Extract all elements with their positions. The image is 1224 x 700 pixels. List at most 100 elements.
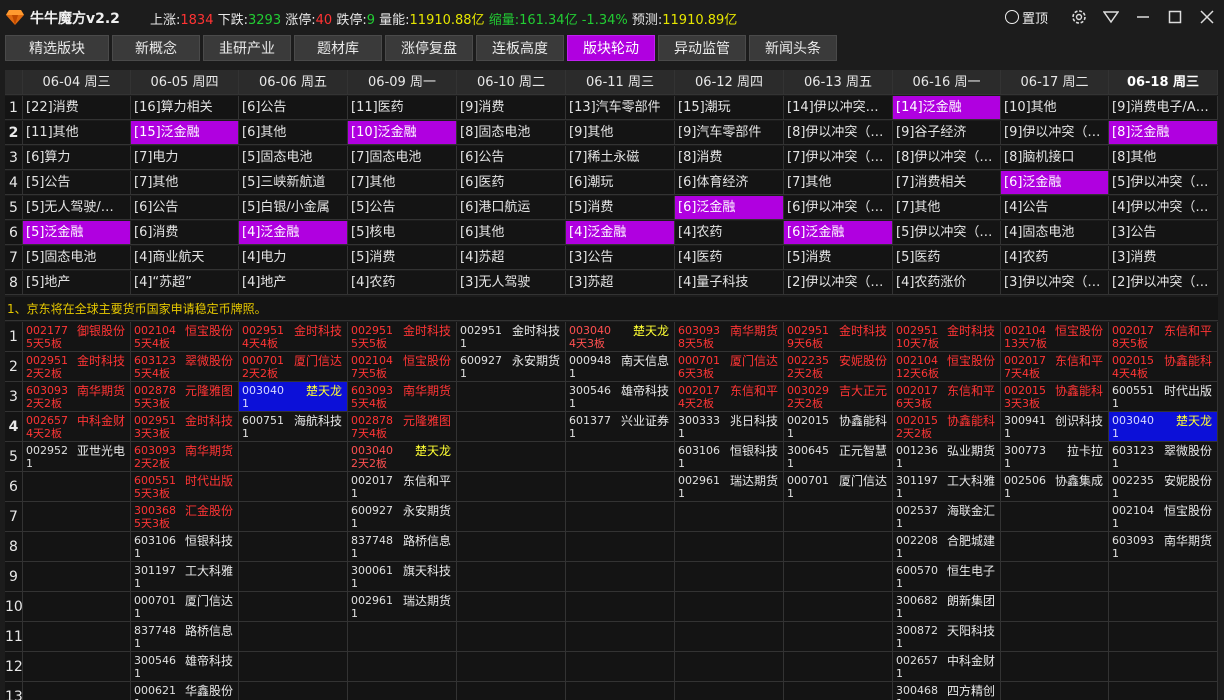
stock-cell[interactable]: 001236 弘业期货 1 (893, 442, 1001, 472)
sector-cell[interactable]: [3]消费 (1109, 246, 1218, 270)
stock-cell[interactable]: 603093 南华期货 8天5板 (675, 322, 784, 352)
sector-cell[interactable]: [13]汽车零部件 (566, 96, 675, 120)
stock-cell[interactable]: 603106 恒银科技 1 (131, 532, 239, 562)
stock-cell[interactable]: 000948 南天信息 1 (566, 352, 675, 382)
sector-cell[interactable]: [7]伊以冲突（… (784, 146, 893, 170)
stock-cell[interactable]: 600551 时代出版 5天3板 (131, 472, 239, 502)
date-header[interactable]: 06-04 周三 (23, 70, 131, 95)
stock-cell[interactable]: 002951 金时科技 5天5板 (348, 322, 457, 352)
sector-cell[interactable]: [8]消费 (675, 146, 784, 170)
tab-7[interactable]: 异动监管 (658, 35, 746, 61)
stock-cell[interactable]: 600927 永安期货 1 (457, 352, 566, 382)
stock-cell[interactable]: 603093 南华期货 2天2板 (23, 382, 131, 412)
settings-button[interactable] (1064, 0, 1094, 34)
sector-cell[interactable]: [4]农药涨价 (893, 271, 1001, 295)
date-header[interactable]: 06-11 周三 (566, 70, 675, 95)
stock-cell[interactable]: 600751 海航科技 1 (239, 412, 348, 442)
sector-cell[interactable]: [6]伊以冲突（… (784, 196, 893, 220)
sector-cell[interactable]: [4]医药 (675, 246, 784, 270)
stock-cell[interactable]: 002961 瑞达期货 1 (675, 472, 784, 502)
sector-cell[interactable]: [6]泛金融 (675, 196, 784, 220)
sector-cell[interactable]: [4]商业航天 (131, 246, 239, 270)
sector-cell[interactable]: [4]泛金融 (566, 221, 675, 245)
date-header[interactable]: 06-13 周五 (784, 70, 893, 95)
sector-cell[interactable]: [4]地产 (239, 271, 348, 295)
tab-8[interactable]: 新闻头条 (749, 35, 837, 61)
stock-cell[interactable]: 300333 兆日科技 1 (675, 412, 784, 442)
sector-cell[interactable]: [3]伊以冲突（… (1001, 271, 1109, 295)
stock-cell[interactable]: 300682 朗新集团 1 (893, 592, 1001, 622)
stock-cell[interactable]: 000701 厦门信达 2天2板 (239, 352, 348, 382)
tab-4[interactable]: 涨停复盘 (385, 35, 473, 61)
stock-cell[interactable]: 002015 协鑫能科 2天2板 (893, 412, 1001, 442)
sector-cell[interactable]: [6]泛金融 (784, 221, 893, 245)
stock-cell[interactable]: 003040 楚天龙 4天3板 (566, 322, 675, 352)
stock-cell[interactable]: 000701 厦门信达 6天3板 (675, 352, 784, 382)
stock-cell[interactable]: 002017 东信和平 7天4板 (1001, 352, 1109, 382)
sector-cell[interactable]: [8]泛金融 (1109, 121, 1218, 145)
sector-cell[interactable]: [14]伊以冲突… (784, 96, 893, 120)
date-header[interactable]: 06-17 周二 (1001, 70, 1109, 95)
sector-cell[interactable]: [7]电力 (131, 146, 239, 170)
stock-cell[interactable]: 002657 中科金财 1 (893, 652, 1001, 682)
sector-cell[interactable]: [3]公告 (1109, 221, 1218, 245)
stock-cell[interactable]: 301197 工大科雅 1 (131, 562, 239, 592)
sector-cell[interactable]: [5]固态电池 (23, 246, 131, 270)
stock-cell[interactable]: 300468四方精创1 (893, 682, 1001, 700)
stock-cell[interactable]: 300941 创识科技 1 (1001, 412, 1109, 442)
sector-cell[interactable]: [4]农药 (348, 271, 457, 295)
sector-cell[interactable]: [3]公告 (566, 246, 675, 270)
stock-cell[interactable]: 002951 金时科技 9天6板 (784, 322, 893, 352)
stock-cell[interactable]: 300368 汇金股份 5天3板 (131, 502, 239, 532)
sector-cell[interactable]: [4]泛金融 (239, 221, 348, 245)
sector-cell[interactable]: [5]医药 (893, 246, 1001, 270)
sector-cell[interactable]: [5]固态电池 (239, 146, 348, 170)
close-button[interactable] (1192, 0, 1222, 34)
stock-cell[interactable]: 600927 永安期货 1 (348, 502, 457, 532)
sector-cell[interactable]: [9]谷子经济 (893, 121, 1001, 145)
stock-cell[interactable]: 002951 金时科技 10天7板 (893, 322, 1001, 352)
pin-toggle[interactable]: 置顶 (1004, 8, 1048, 27)
sector-cell[interactable]: [16]算力相关 (131, 96, 239, 120)
stock-cell[interactable]: 003040 楚天龙 2天2板 (348, 442, 457, 472)
stock-cell[interactable]: 002208 合肥城建 1 (893, 532, 1001, 562)
stock-cell[interactable]: 002104 恒宝股份 7天5板 (348, 352, 457, 382)
stock-cell[interactable]: 003040 楚天龙 1 (1109, 412, 1218, 442)
sector-cell[interactable]: [9]伊以冲突（… (1001, 121, 1109, 145)
stock-cell[interactable]: 300773 拉卡拉 1 (1001, 442, 1109, 472)
sector-cell[interactable]: [5]泛金融 (23, 221, 131, 245)
stock-cell[interactable]: 002017 东信和平 8天5板 (1109, 322, 1218, 352)
sector-cell[interactable]: [5]消费 (566, 196, 675, 220)
sector-cell[interactable]: [11]其他 (23, 121, 131, 145)
sector-cell[interactable]: [5]公告 (23, 171, 131, 195)
sector-cell[interactable]: [6]潮玩 (566, 171, 675, 195)
date-header[interactable]: 06-18 周三 (1109, 70, 1218, 95)
sector-cell[interactable]: [5]消费 (348, 246, 457, 270)
stock-cell[interactable]: 300872 天阳科技 1 (893, 622, 1001, 652)
sector-cell[interactable]: [4]农药 (1001, 246, 1109, 270)
sector-cell[interactable]: [9]消费电子/A… (1109, 96, 1218, 120)
sector-cell[interactable]: [2]伊以冲突（… (784, 271, 893, 295)
sector-cell[interactable]: [22]消费 (23, 96, 131, 120)
stock-cell[interactable]: 300061 旗天科技 1 (348, 562, 457, 592)
sector-cell[interactable]: [14]泛金融 (893, 96, 1001, 120)
stock-cell[interactable]: 002961 瑞达期货 1 (348, 592, 457, 622)
stock-cell[interactable]: 002177 御银股份 5天5板 (23, 322, 131, 352)
sector-cell[interactable]: [5]三峡新航道 (239, 171, 348, 195)
stock-cell[interactable]: 002015 协鑫能科 4天4板 (1109, 352, 1218, 382)
sector-cell[interactable]: [8]脑机接口 (1001, 146, 1109, 170)
stock-cell[interactable]: 002017 东信和平 6天3板 (893, 382, 1001, 412)
stock-cell[interactable]: 000701 厦门信达 1 (131, 592, 239, 622)
stock-cell[interactable]: 837748 路桥信息 1 (131, 622, 239, 652)
sector-cell[interactable]: [4]伊以冲突（… (1109, 196, 1218, 220)
tab-3[interactable]: 题材库 (294, 35, 382, 61)
stock-cell[interactable]: 300546 雄帝科技 1 (566, 382, 675, 412)
sector-cell[interactable]: [4]电力 (239, 246, 348, 270)
stock-cell[interactable]: 301197 工大科雅 1 (893, 472, 1001, 502)
stock-cell[interactable]: 837748 路桥信息 1 (348, 532, 457, 562)
sector-cell[interactable]: [10]泛金融 (348, 121, 457, 145)
sector-cell[interactable]: [9]消费 (457, 96, 566, 120)
stock-cell[interactable]: 002017 东信和平 1 (348, 472, 457, 502)
sector-cell[interactable]: [7]稀土永磁 (566, 146, 675, 170)
tab-6[interactable]: 版块轮动 (567, 35, 655, 61)
